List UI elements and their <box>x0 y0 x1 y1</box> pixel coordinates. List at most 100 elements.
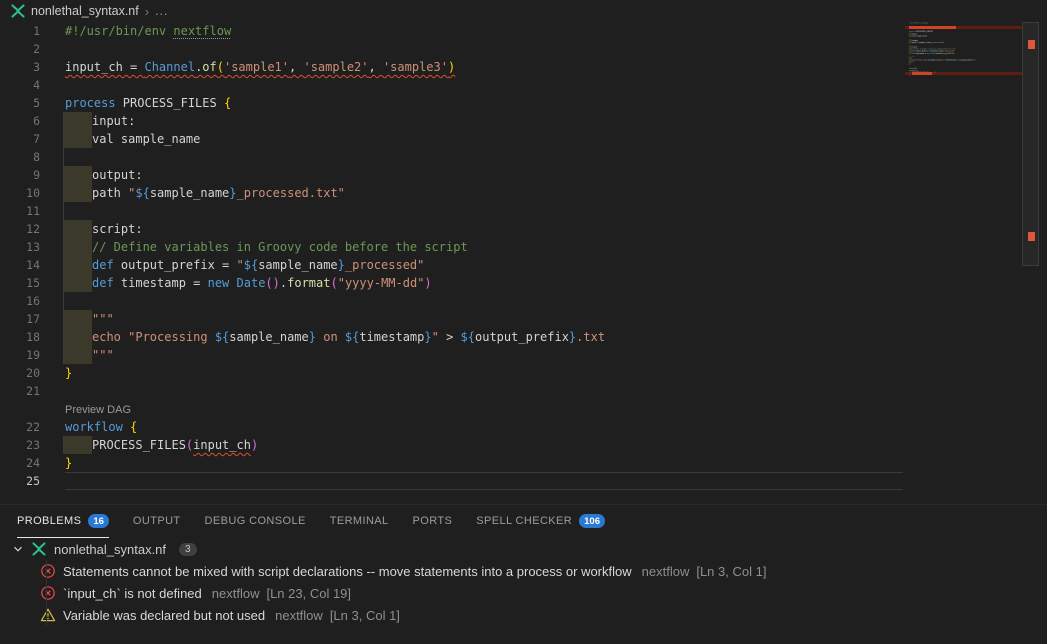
indent-highlight <box>63 220 92 238</box>
code-editor[interactable]: 1#!/usr/bin/env nextflow23input_ch = Cha… <box>0 22 1047 503</box>
tab-terminal[interactable]: TERMINAL <box>330 505 389 538</box>
tab-output[interactable]: OUTPUT <box>133 505 181 538</box>
code-line-17[interactable]: 17""" <box>0 310 1047 328</box>
chevron-down-icon[interactable] <box>10 541 26 557</box>
line-number[interactable]: 18 <box>0 328 40 346</box>
line-number[interactable]: 23 <box>0 436 40 454</box>
indent-highlight <box>63 436 92 454</box>
code-line-12[interactable]: 12script: <box>0 220 1047 238</box>
code-line-6[interactable]: 6input: <box>0 112 1047 130</box>
code-line-23[interactable]: 23PROCESS_FILES(input_ch) <box>0 436 1047 454</box>
code-lines: 1#!/usr/bin/env nextflow23input_ch = Cha… <box>0 22 1047 490</box>
line-number[interactable]: 2 <box>0 40 40 58</box>
code-line-14[interactable]: 14def output_prefix = "${sample_name}_pr… <box>0 256 1047 274</box>
code-line-5[interactable]: 5process PROCESS_FILES { <box>0 94 1047 112</box>
breadcrumb-more[interactable]: ... <box>155 4 168 18</box>
line-number[interactable]: 11 <box>0 202 40 220</box>
problem-source: nextflow <box>212 586 260 601</box>
code-line-20[interactable]: 20} <box>0 364 1047 382</box>
indent-guide <box>63 130 64 148</box>
line-number[interactable]: 24 <box>0 454 40 472</box>
code-line-16[interactable]: 16 <box>0 292 1047 310</box>
code-line-3[interactable]: 3input_ch = Channel.of('sample1', 'sampl… <box>0 58 1047 76</box>
minimap-content: #!/usr/bin/env nextflowinput_ch = Channe… <box>909 22 1022 78</box>
line-number[interactable]: 19 <box>0 346 40 364</box>
code-line-2[interactable]: 2 <box>0 40 1047 58</box>
code-line-9[interactable]: 9output: <box>0 166 1047 184</box>
line-number[interactable]: 17 <box>0 310 40 328</box>
line-number[interactable]: 21 <box>0 382 40 400</box>
line-number[interactable]: 13 <box>0 238 40 256</box>
line-number[interactable]: 25 <box>0 472 40 490</box>
line-number[interactable]: 8 <box>0 148 40 166</box>
problems-file-row[interactable]: nonlethal_syntax.nf 3 <box>0 538 1047 560</box>
ruler-error-mark <box>1028 40 1035 49</box>
problem-source: nextflow <box>642 564 690 579</box>
problem-message: Variable was declared but not used <box>63 608 265 623</box>
tab-ports[interactable]: PORTS <box>413 505 453 538</box>
line-number[interactable]: 12 <box>0 220 40 238</box>
tab-label: SPELL CHECKER <box>476 515 572 527</box>
nextflow-file-icon <box>10 3 26 19</box>
line-number[interactable]: 7 <box>0 130 40 148</box>
line-number[interactable]: 4 <box>0 76 40 94</box>
code-line-8[interactable]: 8 <box>0 148 1047 166</box>
problem-row[interactable]: `input_ch` is not definednextflow[Ln 23,… <box>0 582 1047 604</box>
line-number[interactable]: 1 <box>0 22 40 40</box>
code-line-13[interactable]: 13// Define variables in Groovy code bef… <box>0 238 1047 256</box>
codelens-preview-dag[interactable]: Preview DAG <box>65 404 131 416</box>
code-line-25[interactable]: 25 <box>0 472 1047 490</box>
line-number[interactable]: 16 <box>0 292 40 310</box>
line-number[interactable]: 5 <box>0 94 40 112</box>
line-number[interactable]: 15 <box>0 274 40 292</box>
tab-problems[interactable]: PROBLEMS16 <box>17 505 109 538</box>
bottom-panel: PROBLEMS16 OUTPUT DEBUG CONSOLE TERMINAL POR… <box>0 504 1047 644</box>
line-number[interactable]: 10 <box>0 184 40 202</box>
breadcrumb-separator-icon: › <box>145 4 149 19</box>
line-number[interactable]: 6 <box>0 112 40 130</box>
tab-debug-console[interactable]: DEBUG CONSOLE <box>205 505 306 538</box>
code-line-1[interactable]: 1#!/usr/bin/env nextflow <box>0 22 1047 40</box>
indent-guide <box>63 256 64 274</box>
error-icon <box>40 563 56 579</box>
indent-guide <box>63 202 64 220</box>
code-line-4[interactable]: 4 <box>0 76 1047 94</box>
warning-icon <box>40 607 56 623</box>
minimap[interactable]: #!/usr/bin/env nextflowinput_ch = Channe… <box>905 22 1022 462</box>
line-number[interactable]: 14 <box>0 256 40 274</box>
code-line-19[interactable]: 19""" <box>0 346 1047 364</box>
scrollbar-slider[interactable] <box>1022 22 1039 266</box>
indent-highlight <box>63 310 92 328</box>
code-line-11[interactable]: 11 <box>0 202 1047 220</box>
line-number[interactable]: 9 <box>0 166 40 184</box>
tab-label: OUTPUT <box>133 515 181 527</box>
problem-message: Statements cannot be mixed with script d… <box>63 564 632 579</box>
tab-label: TERMINAL <box>330 515 389 527</box>
codelens-row[interactable]: Preview DAG <box>0 400 1047 418</box>
breadcrumb-file[interactable]: nonlethal_syntax.nf <box>31 4 139 18</box>
nextflow-file-icon <box>31 541 47 557</box>
indent-guide <box>63 292 64 310</box>
code-line-15[interactable]: 15def timestamp = new Date().format("yyy… <box>0 274 1047 292</box>
line-number[interactable]: 22 <box>0 418 40 436</box>
indent-guide <box>63 166 64 184</box>
line-number[interactable]: 3 <box>0 58 40 76</box>
indent-guide <box>63 238 64 256</box>
problems-count-badge: 3 <box>179 543 197 556</box>
problem-row[interactable]: Variable was declared but not usednextfl… <box>0 604 1047 626</box>
indent-highlight <box>63 166 92 184</box>
minimap-error-text <box>912 72 932 75</box>
problem-message: `input_ch` is not defined <box>63 586 202 601</box>
indent-guide <box>63 274 64 292</box>
line-number[interactable]: 20 <box>0 364 40 382</box>
problem-row[interactable]: Statements cannot be mixed with script d… <box>0 560 1047 582</box>
code-line-21[interactable]: 21 <box>0 382 1047 400</box>
code-line-22[interactable]: 22workflow { <box>0 418 1047 436</box>
tab-spell-checker[interactable]: SPELL CHECKER106 <box>476 505 605 538</box>
code-line-24[interactable]: 24} <box>0 454 1047 472</box>
code-line-10[interactable]: 10path "${sample_name}_processed.txt" <box>0 184 1047 202</box>
code-line-18[interactable]: 18echo "Processing ${sample_name} on ${t… <box>0 328 1047 346</box>
code-line-7[interactable]: 7val sample_name <box>0 130 1047 148</box>
line-number[interactable] <box>0 400 40 418</box>
minimap-error-text <box>909 26 956 29</box>
